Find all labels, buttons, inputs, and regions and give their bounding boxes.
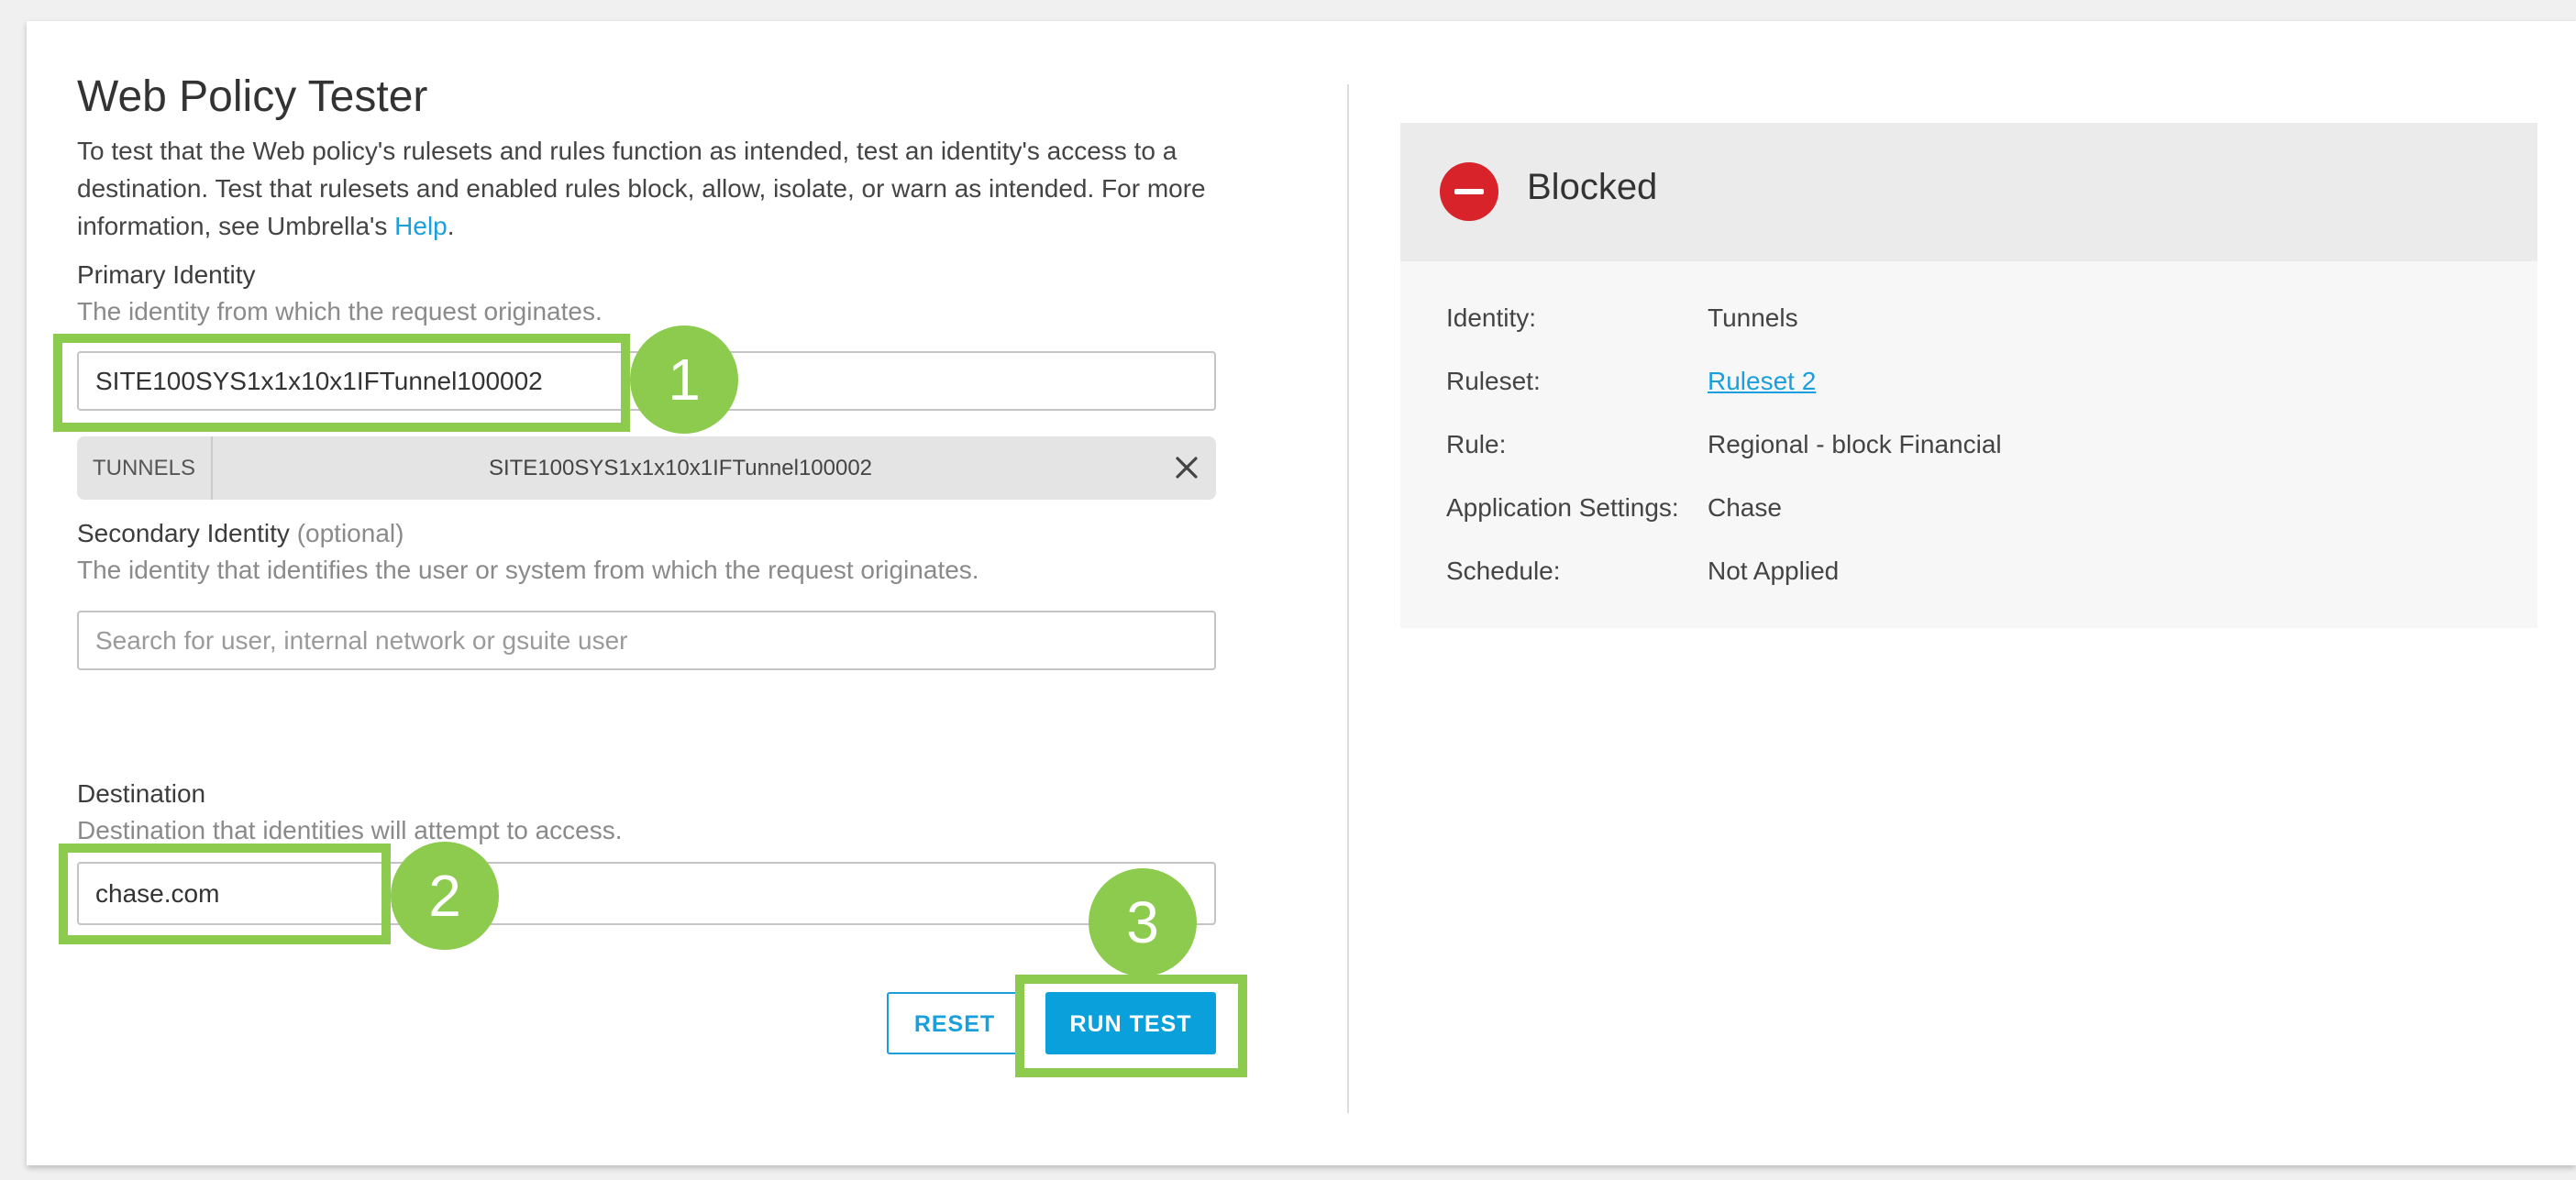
secondary-identity-search-input[interactable] xyxy=(77,611,1216,670)
secondary-identity-label: Secondary Identity (optional) xyxy=(77,519,404,548)
result-application-settings-value: Chase xyxy=(1708,493,1782,522)
page-title: Web Policy Tester xyxy=(77,72,428,121)
destination-input[interactable] xyxy=(77,862,1216,925)
chip-identity-type: TUNNELS xyxy=(77,436,213,500)
run-test-button[interactable]: RUN TEST xyxy=(1045,992,1216,1054)
secondary-identity-hint: The identity that identifies the user or… xyxy=(77,556,979,584)
result-row-label: Application Settings: xyxy=(1446,493,1679,522)
result-row-label: Identity: xyxy=(1446,303,1537,332)
result-rule-value: Regional - block Financial xyxy=(1708,430,2002,458)
destination-hint: Destination that identities will attempt… xyxy=(77,816,623,844)
callout-badge-2: 2 xyxy=(391,842,499,950)
optional-tag: (optional) xyxy=(296,519,404,547)
primary-identity-hint: The identity from which the request orig… xyxy=(77,297,603,325)
description-text: To test that the Web policy's rulesets a… xyxy=(77,137,1206,240)
secondary-identity-label-text: Secondary Identity xyxy=(77,519,290,547)
blocked-minus-icon xyxy=(1439,161,1499,222)
result-row-label: Schedule: xyxy=(1446,557,1561,585)
result-row-label: Ruleset: xyxy=(1446,367,1541,395)
destination-label: Destination xyxy=(77,779,206,808)
chip-identity-value: SITE100SYS1x1x10x1IFTunnel100002 xyxy=(488,456,873,480)
column-divider xyxy=(1347,84,1349,1113)
callout-badge-3: 3 xyxy=(1089,868,1197,976)
identity-chip: TUNNELS SITE100SYS1x1x10x1IFTunnel100002 xyxy=(77,436,1216,500)
close-icon[interactable] xyxy=(1166,447,1207,488)
result-schedule-value: Not Applied xyxy=(1708,557,1840,585)
page-description: To test that the Web policy's rulesets a… xyxy=(77,132,1233,245)
reset-button[interactable]: RESET xyxy=(887,992,1023,1054)
ruleset-link[interactable]: Ruleset 2 xyxy=(1708,367,1816,396)
help-link[interactable]: Help xyxy=(394,212,448,240)
result-row-label: Rule: xyxy=(1446,430,1507,458)
result-details: Identity: Tunnels Ruleset: Ruleset 2 Rul… xyxy=(1400,261,2537,628)
result-header: Blocked xyxy=(1400,123,2537,261)
result-status: Blocked xyxy=(1527,167,1658,207)
primary-identity-label: Primary Identity xyxy=(77,260,256,289)
result-identity-value: Tunnels xyxy=(1708,303,1798,332)
callout-badge-1: 1 xyxy=(630,325,738,434)
description-end: . xyxy=(447,212,455,240)
